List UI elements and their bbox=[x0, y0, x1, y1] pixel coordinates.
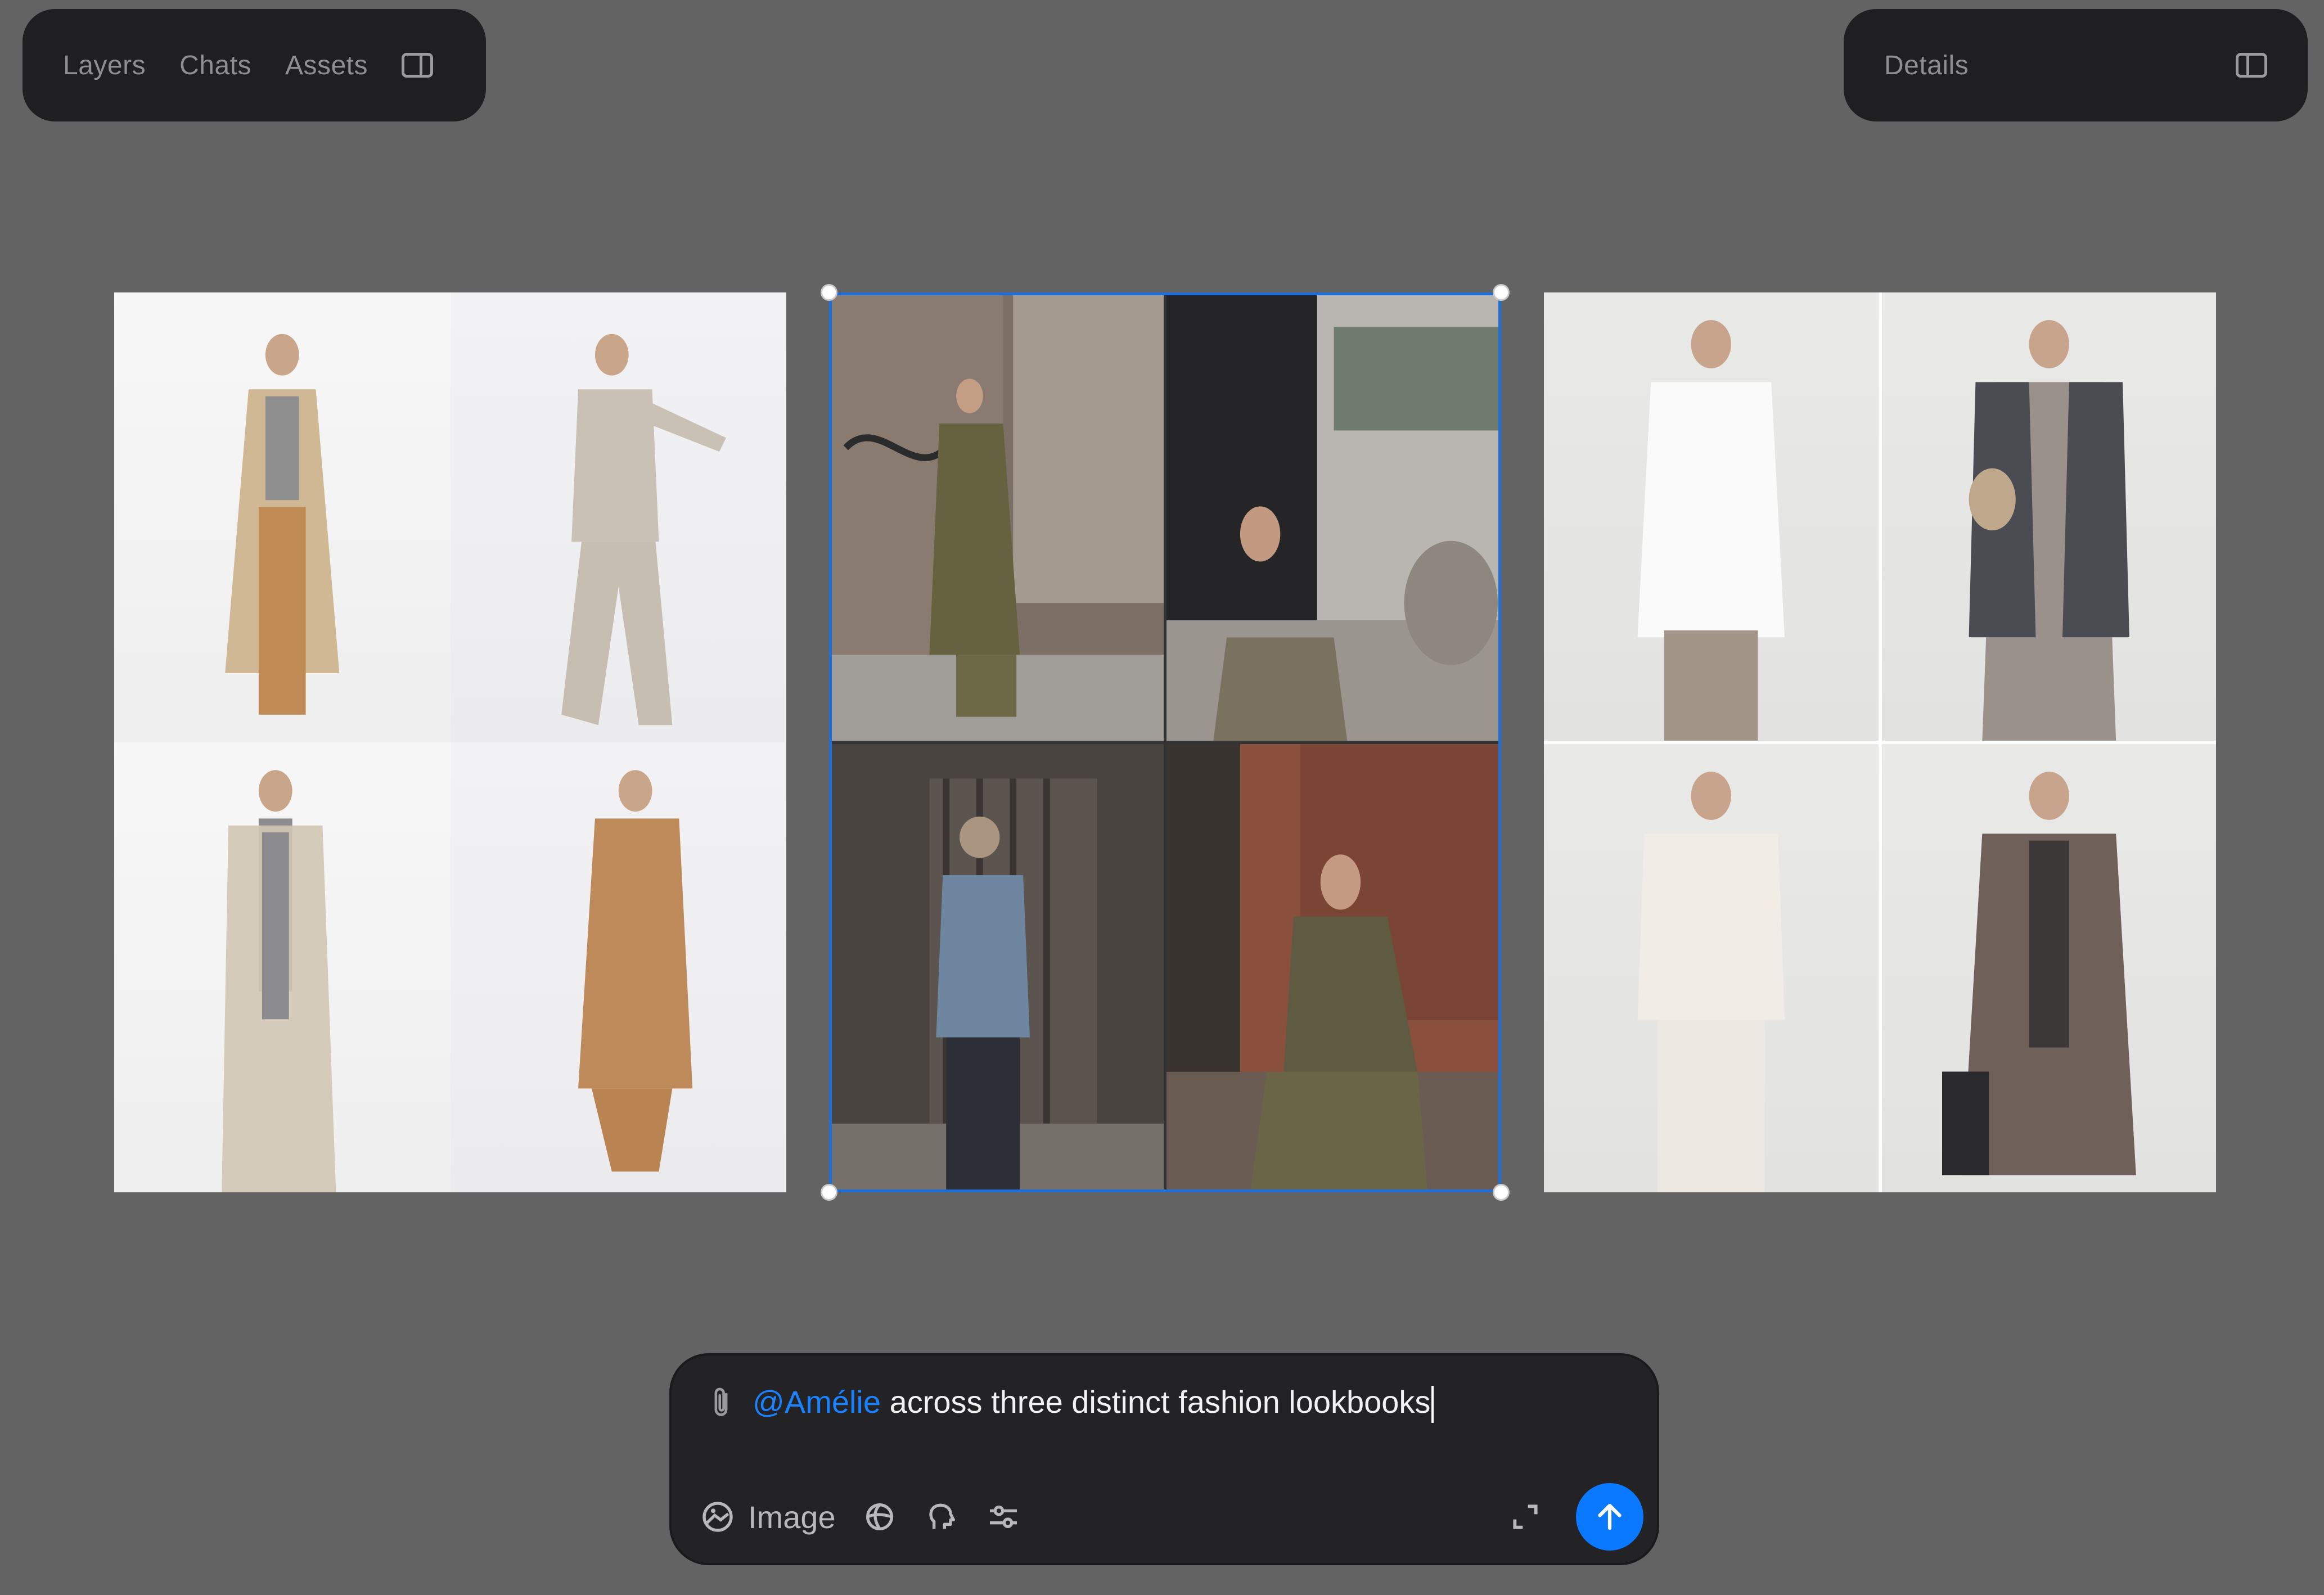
expand-icon[interactable] bbox=[1510, 1501, 1541, 1533]
settings-button[interactable] bbox=[985, 1499, 1021, 1535]
lookbook-image bbox=[114, 292, 451, 742]
image-mode-label: Image bbox=[748, 1499, 836, 1535]
toggle-sidebar-icon[interactable] bbox=[402, 53, 433, 78]
tab-assets[interactable]: Assets bbox=[285, 50, 368, 81]
arrow-up-icon bbox=[1593, 1500, 1627, 1534]
resize-handle[interactable] bbox=[1493, 1184, 1510, 1201]
lookbook-image bbox=[829, 292, 1164, 741]
aperture-icon bbox=[862, 1499, 898, 1535]
resize-handle[interactable] bbox=[821, 284, 837, 301]
lookbook-image bbox=[1544, 292, 1879, 741]
left-toolbar: Layers Chats Assets bbox=[22, 9, 486, 121]
lookbook-image bbox=[451, 292, 787, 742]
lookbook-image bbox=[1166, 744, 1501, 1193]
lookbook-image bbox=[1544, 744, 1879, 1192]
lookbook-board-street[interactable] bbox=[829, 292, 1501, 1192]
lookbook-image bbox=[451, 742, 787, 1192]
tab-details[interactable]: Details bbox=[1884, 50, 1969, 81]
resize-handle[interactable] bbox=[821, 1184, 837, 1201]
character-button[interactable] bbox=[924, 1499, 960, 1535]
mention-tag: @Amélie bbox=[753, 1384, 881, 1420]
send-button[interactable] bbox=[1576, 1483, 1643, 1551]
style-button[interactable] bbox=[862, 1499, 898, 1535]
lookbook-board-studio[interactable] bbox=[114, 292, 786, 1192]
details-panel: Details bbox=[1844, 9, 2308, 121]
lookbook-image bbox=[1882, 292, 2217, 741]
prompt-composer: @Amélie across three distinct fashion lo… bbox=[669, 1353, 1659, 1565]
lookbook-image bbox=[1166, 292, 1501, 741]
sliders-icon bbox=[985, 1499, 1021, 1535]
prompt-text: across three distinct fashion lookbooks bbox=[881, 1384, 1430, 1420]
tab-chats[interactable]: Chats bbox=[179, 50, 251, 81]
lookbook-image bbox=[114, 742, 451, 1192]
tab-layers[interactable]: Layers bbox=[63, 50, 146, 81]
toggle-details-icon[interactable] bbox=[2236, 53, 2267, 78]
lookbook-board-workwear[interactable] bbox=[1544, 292, 2216, 1192]
image-icon bbox=[700, 1499, 736, 1535]
image-mode-button[interactable]: Image bbox=[700, 1499, 836, 1535]
paperclip-icon[interactable] bbox=[705, 1385, 737, 1421]
prompt-input[interactable]: @Amélie across three distinct fashion lo… bbox=[753, 1384, 1434, 1423]
resize-handle[interactable] bbox=[1493, 284, 1510, 301]
text-caret bbox=[1431, 1386, 1434, 1423]
lookbook-image bbox=[829, 744, 1164, 1193]
lookbook-image bbox=[1882, 744, 2217, 1192]
head-profile-icon bbox=[924, 1499, 960, 1535]
